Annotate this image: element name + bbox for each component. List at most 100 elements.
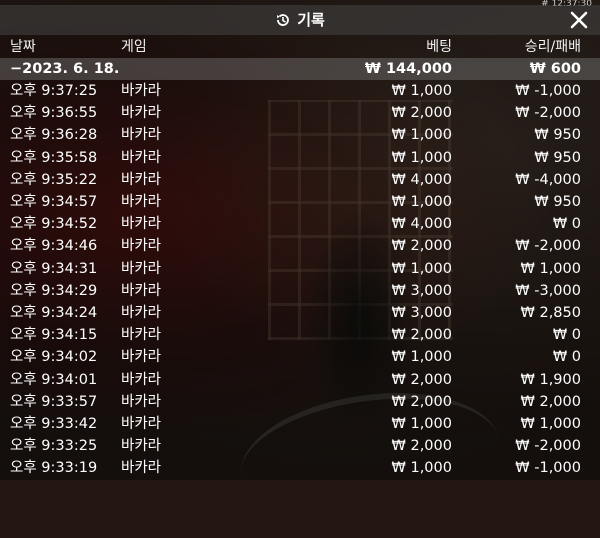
row-time: 오후 9:34:01: [10, 371, 98, 388]
row-time: 오후 9:33:19: [10, 460, 98, 477]
row-result: ₩ -1,000: [515, 460, 581, 477]
header-bet: 베팅: [426, 39, 452, 55]
summary-bet: ₩ 144,000: [364, 61, 452, 77]
row-bet: ₩ 3,000: [391, 282, 452, 299]
row-result: ₩ -1,000: [515, 83, 581, 99]
row-bet: ₩ 2,000: [391, 327, 452, 344]
row-bet: ₩ 4,000: [391, 216, 452, 233]
row-bet: ₩ 3,000: [391, 305, 452, 321]
header-date: 날짜: [10, 39, 36, 55]
row-bet: ₩ 1,000: [391, 149, 452, 166]
row-bet: ₩ 1,000: [391, 194, 452, 210]
row-game: 바카라: [121, 349, 162, 366]
history-row[interactable]: 오후 9:34:24 바카라 ₩ 3,000 ₩ 2,850: [0, 302, 600, 324]
row-time: 오후 9:33:42: [10, 416, 98, 432]
row-time: 오후 9:35:58: [10, 149, 98, 166]
row-result: ₩ 950: [534, 194, 581, 210]
history-row[interactable]: 오후 9:35:58 바카라 ₩ 1,000 ₩ 950: [0, 147, 600, 169]
row-bet: ₩ 2,000: [391, 105, 452, 122]
close-button[interactable]: [568, 9, 590, 31]
row-game: 바카라: [121, 416, 162, 432]
row-result: ₩ 1,000: [520, 260, 581, 277]
panel-title: 기록: [0, 10, 600, 30]
history-row[interactable]: 오후 9:33:42 바카라 ₩ 1,000 ₩ 1,000: [0, 413, 600, 435]
history-row[interactable]: 오후 9:34:15 바카라 ₩ 2,000 ₩ 0: [0, 324, 600, 346]
history-row[interactable]: 오후 9:34:01 바카라 ₩ 2,000 ₩ 1,900: [0, 369, 600, 391]
row-bet: ₩ 1,000: [391, 127, 452, 144]
row-game: 바카라: [121, 149, 162, 166]
row-game: 바카라: [121, 216, 162, 233]
history-row[interactable]: 오후 9:36:28 바카라 ₩ 1,000 ₩ 950: [0, 124, 600, 146]
row-bet: ₩ 1,000: [391, 260, 452, 277]
row-game: 바카라: [121, 194, 162, 210]
row-game: 바카라: [121, 305, 162, 321]
row-time: 오후 9:33:25: [10, 438, 98, 455]
row-bet: ₩ 2,000: [391, 438, 452, 455]
row-result: ₩ -2,000: [515, 238, 581, 255]
history-row[interactable]: 오후 9:34:52 바카라 ₩ 4,000 ₩ 0: [0, 213, 600, 235]
row-result: ₩ -2,000: [515, 105, 581, 122]
title-bar: 기록: [0, 5, 600, 35]
history-icon: [277, 14, 290, 26]
history-row[interactable]: 오후 9:34:02 바카라 ₩ 1,000 ₩ 0: [0, 346, 600, 368]
row-time: 오후 9:35:22: [10, 171, 98, 188]
row-result: ₩ 0: [552, 216, 581, 233]
row-time: 오후 9:34:02: [10, 349, 98, 366]
history-row[interactable]: 오후 9:33:57 바카라 ₩ 2,000 ₩ 2,000: [0, 391, 600, 413]
row-bet: ₩ 2,000: [391, 371, 452, 388]
row-game: 바카라: [121, 171, 162, 188]
header-result: 승리/패배: [524, 39, 581, 55]
row-game: 바카라: [121, 238, 162, 255]
row-game: 바카라: [121, 260, 162, 277]
history-row[interactable]: 오후 9:36:55 바카라 ₩ 2,000 ₩ -2,000: [0, 102, 600, 124]
row-time: 오후 9:34:24: [10, 305, 98, 321]
table-header: 날짜 게임 베팅 승리/패배: [0, 36, 600, 58]
title-text: 기록: [297, 11, 325, 29]
row-time: 오후 9:34:29: [10, 282, 98, 299]
date-summary-row[interactable]: −2023. 6. 18. ₩ 144,000 ₩ 600: [0, 58, 600, 81]
row-result: ₩ 0: [552, 349, 581, 366]
history-row[interactable]: 오후 9:35:22 바카라 ₩ 4,000 ₩ -4,000: [0, 169, 600, 191]
row-result: ₩ 2,850: [520, 305, 581, 321]
row-game: 바카라: [121, 393, 162, 410]
row-result: ₩ 1,000: [520, 416, 581, 432]
row-time: 오후 9:36:28: [10, 127, 98, 144]
row-game: 바카라: [121, 327, 162, 344]
row-bet: ₩ 2,000: [391, 393, 452, 410]
row-game: 바카라: [121, 105, 162, 122]
row-game: 바카라: [121, 282, 162, 299]
row-game: 바카라: [121, 460, 162, 477]
row-time: 오후 9:36:55: [10, 105, 98, 122]
history-row[interactable]: 오후 9:34:57 바카라 ₩ 1,000 ₩ 950: [0, 191, 600, 213]
row-result: ₩ -4,000: [515, 171, 581, 188]
history-row[interactable]: 오후 9:33:19 바카라 ₩ 1,000 ₩ -1,000: [0, 457, 600, 479]
row-time: 오후 9:37:25: [10, 83, 98, 99]
row-game: 바카라: [121, 371, 162, 388]
row-bet: ₩ 1,000: [391, 83, 452, 99]
history-row[interactable]: 오후 9:34:31 바카라 ₩ 1,000 ₩ 1,000: [0, 258, 600, 280]
row-result: ₩ -3,000: [515, 282, 581, 299]
summary-result: ₩ 600: [529, 61, 581, 77]
history-row[interactable]: 오후 9:33:25 바카라 ₩ 2,000 ₩ -2,000: [0, 435, 600, 457]
row-time: 오후 9:34:46: [10, 238, 98, 255]
history-row[interactable]: 오후 9:34:46 바카라 ₩ 2,000 ₩ -2,000: [0, 235, 600, 257]
row-result: ₩ 950: [534, 149, 581, 166]
row-result: ₩ 1,900: [520, 371, 581, 388]
row-bet: ₩ 1,000: [391, 349, 452, 366]
row-bet: ₩ 4,000: [391, 171, 452, 188]
summary-date: −2023. 6. 18.: [10, 61, 120, 77]
row-result: ₩ 2,000: [520, 393, 581, 410]
history-row[interactable]: 오후 9:37:25 바카라 ₩ 1,000 ₩ -1,000: [0, 80, 600, 102]
row-result: ₩ 0: [552, 327, 581, 344]
row-time: 오후 9:33:57: [10, 393, 98, 410]
row-bet: ₩ 2,000: [391, 238, 452, 255]
row-result: ₩ 950: [534, 127, 581, 144]
row-game: 바카라: [121, 438, 162, 455]
row-result: ₩ -2,000: [515, 438, 581, 455]
row-time: 오후 9:34:31: [10, 260, 98, 277]
row-time: 오후 9:34:52: [10, 216, 98, 233]
row-bet: ₩ 1,000: [391, 460, 452, 477]
row-time: 오후 9:34:57: [10, 194, 98, 210]
row-game: 바카라: [121, 83, 162, 99]
history-row[interactable]: 오후 9:34:29 바카라 ₩ 3,000 ₩ -3,000: [0, 280, 600, 302]
